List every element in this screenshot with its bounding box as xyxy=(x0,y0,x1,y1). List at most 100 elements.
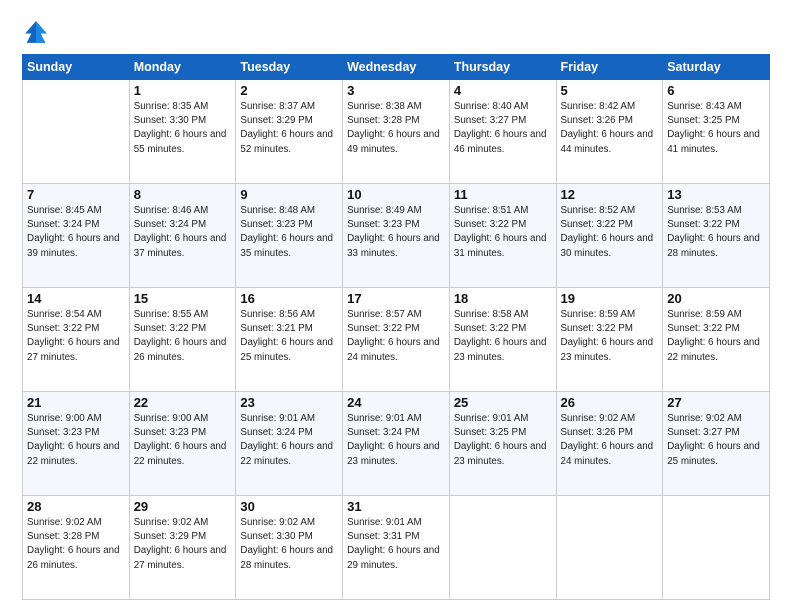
cell-info: Sunrise: 9:02 AMSunset: 3:26 PMDaylight:… xyxy=(561,412,659,469)
weekday-header-monday: Monday xyxy=(129,55,236,80)
day-number: 16 xyxy=(240,291,338,306)
calendar-cell: 24 Sunrise: 9:01 AMSunset: 3:24 PMDayligh… xyxy=(343,392,450,496)
day-number: 2 xyxy=(240,83,338,98)
cell-info: Sunrise: 8:38 AMSunset: 3:28 PMDaylight:… xyxy=(347,100,445,157)
calendar-cell: 11 Sunrise: 8:51 AMSunset: 3:22 PMDayligh… xyxy=(449,184,556,288)
calendar-cell: 6 Sunrise: 8:43 AMSunset: 3:25 PMDaylight… xyxy=(663,80,770,184)
day-number: 1 xyxy=(134,83,232,98)
cell-info: Sunrise: 8:59 AMSunset: 3:22 PMDaylight:… xyxy=(561,308,659,365)
day-number: 25 xyxy=(454,395,552,410)
cell-info: Sunrise: 8:52 AMSunset: 3:22 PMDaylight:… xyxy=(561,204,659,261)
day-number: 7 xyxy=(27,187,125,202)
cell-info: Sunrise: 9:01 AMSunset: 3:31 PMDaylight:… xyxy=(347,516,445,573)
cell-info: Sunrise: 9:02 AMSunset: 3:29 PMDaylight:… xyxy=(134,516,232,573)
day-number: 14 xyxy=(27,291,125,306)
cell-info: Sunrise: 8:40 AMSunset: 3:27 PMDaylight:… xyxy=(454,100,552,157)
weekday-header-row: SundayMondayTuesdayWednesdayThursdayFrid… xyxy=(23,55,770,80)
calendar-cell: 29 Sunrise: 9:02 AMSunset: 3:29 PMDayligh… xyxy=(129,496,236,600)
day-number: 29 xyxy=(134,499,232,514)
calendar-cell: 12 Sunrise: 8:52 AMSunset: 3:22 PMDayligh… xyxy=(556,184,663,288)
cell-info: Sunrise: 9:01 AMSunset: 3:24 PMDaylight:… xyxy=(347,412,445,469)
cell-info: Sunrise: 9:01 AMSunset: 3:25 PMDaylight:… xyxy=(454,412,552,469)
day-number: 30 xyxy=(240,499,338,514)
day-number: 4 xyxy=(454,83,552,98)
day-number: 26 xyxy=(561,395,659,410)
week-row-2: 7 Sunrise: 8:45 AMSunset: 3:24 PMDaylight… xyxy=(23,184,770,288)
weekday-header-friday: Friday xyxy=(556,55,663,80)
cell-info: Sunrise: 8:54 AMSunset: 3:22 PMDaylight:… xyxy=(27,308,125,365)
calendar-cell: 14 Sunrise: 8:54 AMSunset: 3:22 PMDayligh… xyxy=(23,288,130,392)
day-number: 24 xyxy=(347,395,445,410)
cell-info: Sunrise: 8:51 AMSunset: 3:22 PMDaylight:… xyxy=(454,204,552,261)
day-number: 22 xyxy=(134,395,232,410)
week-row-5: 28 Sunrise: 9:02 AMSunset: 3:28 PMDayligh… xyxy=(23,496,770,600)
day-number: 21 xyxy=(27,395,125,410)
day-number: 9 xyxy=(240,187,338,202)
calendar-cell: 26 Sunrise: 9:02 AMSunset: 3:26 PMDayligh… xyxy=(556,392,663,496)
calendar-cell: 31 Sunrise: 9:01 AMSunset: 3:31 PMDayligh… xyxy=(343,496,450,600)
page: SundayMondayTuesdayWednesdayThursdayFrid… xyxy=(0,0,792,612)
cell-info: Sunrise: 8:55 AMSunset: 3:22 PMDaylight:… xyxy=(134,308,232,365)
calendar-cell: 17Sunrise: 8:57 AMSunset: 3:22 PMDayligh… xyxy=(343,288,450,392)
calendar-table: SundayMondayTuesdayWednesdayThursdayFrid… xyxy=(22,54,770,600)
weekday-header-thursday: Thursday xyxy=(449,55,556,80)
calendar-cell: 4 Sunrise: 8:40 AMSunset: 3:27 PMDaylight… xyxy=(449,80,556,184)
day-number: 20 xyxy=(667,291,765,306)
week-row-4: 21 Sunrise: 9:00 AMSunset: 3:23 PMDayligh… xyxy=(23,392,770,496)
day-number: 27 xyxy=(667,395,765,410)
day-number: 28 xyxy=(27,499,125,514)
cell-info: Sunrise: 8:58 AMSunset: 3:22 PMDaylight:… xyxy=(454,308,552,365)
cell-info: Sunrise: 9:00 AMSunset: 3:23 PMDaylight:… xyxy=(134,412,232,469)
calendar-cell: 5 Sunrise: 8:42 AMSunset: 3:26 PMDaylight… xyxy=(556,80,663,184)
cell-info: Sunrise: 9:02 AMSunset: 3:30 PMDaylight:… xyxy=(240,516,338,573)
calendar-cell: 22 Sunrise: 9:00 AMSunset: 3:23 PMDayligh… xyxy=(129,392,236,496)
calendar-cell xyxy=(556,496,663,600)
day-number: 18 xyxy=(454,291,552,306)
weekday-header-tuesday: Tuesday xyxy=(236,55,343,80)
calendar-cell xyxy=(449,496,556,600)
cell-info: Sunrise: 8:43 AMSunset: 3:25 PMDaylight:… xyxy=(667,100,765,157)
day-number: 31 xyxy=(347,499,445,514)
cell-info: Sunrise: 8:37 AMSunset: 3:29 PMDaylight:… xyxy=(240,100,338,157)
cell-info: Sunrise: 9:00 AMSunset: 3:23 PMDaylight:… xyxy=(27,412,125,469)
calendar-cell: 28 Sunrise: 9:02 AMSunset: 3:28 PMDayligh… xyxy=(23,496,130,600)
calendar-cell: 9Sunrise: 8:48 AMSunset: 3:23 PMDaylight… xyxy=(236,184,343,288)
calendar-cell: 7 Sunrise: 8:45 AMSunset: 3:24 PMDaylight… xyxy=(23,184,130,288)
day-number: 12 xyxy=(561,187,659,202)
calendar-cell: 27Sunrise: 9:02 AMSunset: 3:27 PMDayligh… xyxy=(663,392,770,496)
day-number: 5 xyxy=(561,83,659,98)
calendar-cell: 20 Sunrise: 8:59 AMSunset: 3:22 PMDayligh… xyxy=(663,288,770,392)
logo-icon xyxy=(22,18,50,46)
day-number: 10 xyxy=(347,187,445,202)
cell-info: Sunrise: 8:53 AMSunset: 3:22 PMDaylight:… xyxy=(667,204,765,261)
calendar-cell xyxy=(23,80,130,184)
day-number: 6 xyxy=(667,83,765,98)
day-number: 15 xyxy=(134,291,232,306)
calendar-cell: 30 Sunrise: 9:02 AMSunset: 3:30 PMDayligh… xyxy=(236,496,343,600)
week-row-1: 1Sunrise: 8:35 AMSunset: 3:30 PMDaylight… xyxy=(23,80,770,184)
cell-info: Sunrise: 8:59 AMSunset: 3:22 PMDaylight:… xyxy=(667,308,765,365)
logo xyxy=(22,18,54,46)
calendar-cell: 8 Sunrise: 8:46 AMSunset: 3:24 PMDaylight… xyxy=(129,184,236,288)
calendar-cell: 16Sunrise: 8:56 AMSunset: 3:21 PMDayligh… xyxy=(236,288,343,392)
day-number: 11 xyxy=(454,187,552,202)
calendar-cell: 13 Sunrise: 8:53 AMSunset: 3:22 PMDayligh… xyxy=(663,184,770,288)
header xyxy=(22,18,770,46)
calendar-cell xyxy=(663,496,770,600)
calendar-cell: 10 Sunrise: 8:49 AMSunset: 3:23 PMDayligh… xyxy=(343,184,450,288)
cell-info: Sunrise: 8:42 AMSunset: 3:26 PMDaylight:… xyxy=(561,100,659,157)
cell-info: Sunrise: 8:49 AMSunset: 3:23 PMDaylight:… xyxy=(347,204,445,261)
calendar-cell: 2 Sunrise: 8:37 AMSunset: 3:29 PMDaylight… xyxy=(236,80,343,184)
day-number: 8 xyxy=(134,187,232,202)
cell-info: Sunrise: 9:01 AMSunset: 3:24 PMDaylight:… xyxy=(240,412,338,469)
weekday-header-wednesday: Wednesday xyxy=(343,55,450,80)
cell-info: Sunrise: 9:02 AMSunset: 3:28 PMDaylight:… xyxy=(27,516,125,573)
cell-info: Sunrise: 8:46 AMSunset: 3:24 PMDaylight:… xyxy=(134,204,232,261)
day-number: 13 xyxy=(667,187,765,202)
calendar-cell: 21 Sunrise: 9:00 AMSunset: 3:23 PMDayligh… xyxy=(23,392,130,496)
day-number: 17 xyxy=(347,291,445,306)
calendar-cell: 1Sunrise: 8:35 AMSunset: 3:30 PMDaylight… xyxy=(129,80,236,184)
calendar-cell: 3Sunrise: 8:38 AMSunset: 3:28 PMDaylight… xyxy=(343,80,450,184)
weekday-header-sunday: Sunday xyxy=(23,55,130,80)
cell-info: Sunrise: 8:45 AMSunset: 3:24 PMDaylight:… xyxy=(27,204,125,261)
